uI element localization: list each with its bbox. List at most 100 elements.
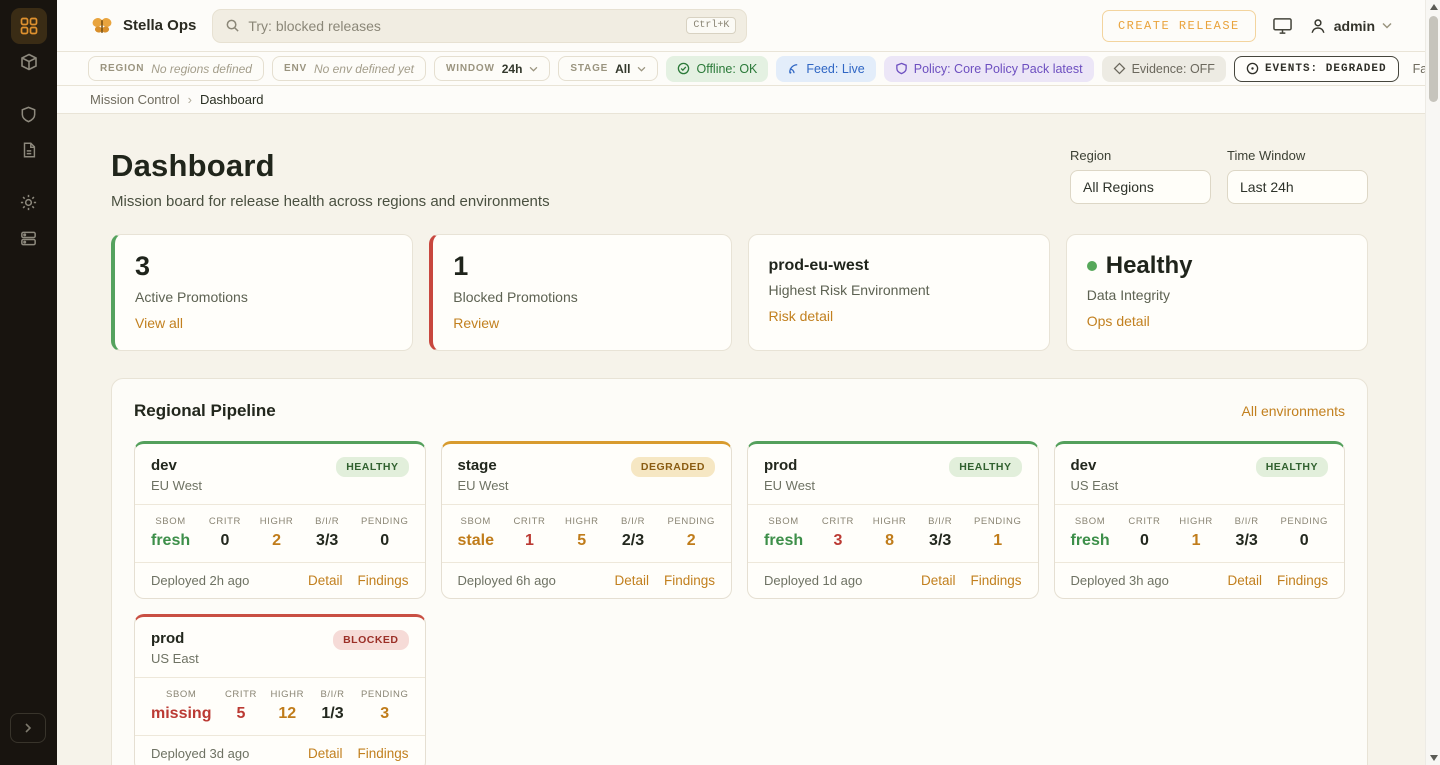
butterfly-logo-icon bbox=[90, 15, 114, 37]
stat-value: 1 bbox=[974, 532, 1021, 550]
detail-link[interactable]: Detail bbox=[308, 573, 343, 588]
stat-value: 2/3 bbox=[618, 532, 648, 550]
detail-link[interactable]: Detail bbox=[1227, 573, 1262, 588]
findings-link[interactable]: Findings bbox=[357, 573, 408, 588]
pipeline-grid: dev EU West HEALTHY SBOM fresh CRITR 0 HIG… bbox=[134, 441, 1345, 765]
summary-value: prod-eu-west bbox=[769, 252, 1029, 275]
breadcrumb-separator: › bbox=[188, 92, 192, 107]
feed-status-pill[interactable]: Feed: Live bbox=[776, 56, 875, 82]
env-chip[interactable]: ENV No env defined yet bbox=[272, 56, 426, 81]
stat-label: CRITR bbox=[225, 689, 257, 700]
sidebar-item-infrastructure[interactable] bbox=[11, 220, 47, 256]
region-select[interactable]: All Regions bbox=[1070, 170, 1211, 204]
search-input[interactable] bbox=[248, 18, 678, 34]
stat-value: 2 bbox=[668, 532, 715, 550]
stat-label: SBOM bbox=[458, 516, 494, 527]
summary-label: Data Integrity bbox=[1087, 287, 1347, 303]
deployed-time: Deployed 6h ago bbox=[458, 573, 556, 588]
pipeline-card-stage-eu-west: stage EU West DEGRADED SBOMstale CRITR1 … bbox=[441, 441, 733, 599]
stat-value: fresh bbox=[1071, 532, 1110, 550]
pipeline-card-prod-eu-west: prod EU West HEALTHY SBOMfresh CRITR3 HI… bbox=[747, 441, 1039, 599]
stat-value: 1 bbox=[513, 532, 545, 550]
pipeline-card-dev-eu-west: dev EU West HEALTHY SBOMfresh CRITR0 HIG… bbox=[134, 441, 426, 599]
page-subtitle: Mission board for release health across … bbox=[111, 193, 550, 210]
stat-label: B/I/R bbox=[318, 689, 348, 700]
risk-detail-link[interactable]: Risk detail bbox=[769, 308, 834, 324]
stat-value: 5 bbox=[225, 705, 257, 723]
summary-card-data-integrity: Healthy Data Integrity Ops detail bbox=[1066, 234, 1368, 351]
create-release-button[interactable]: CREATE RELEASE bbox=[1102, 10, 1256, 42]
sidebar-item-dashboard[interactable] bbox=[11, 8, 47, 44]
findings-link[interactable]: Findings bbox=[970, 573, 1021, 588]
detail-link[interactable]: Detail bbox=[921, 573, 956, 588]
stat-label: SBOM bbox=[151, 689, 211, 700]
user-name: admin bbox=[1334, 18, 1375, 34]
sidebar bbox=[0, 0, 57, 765]
all-environments-link[interactable]: All environments bbox=[1242, 403, 1346, 419]
pipeline-card-prod-us-east: prod US East BLOCKED SBOMmissing CRITR5 … bbox=[134, 614, 426, 765]
sidebar-expand-button[interactable] bbox=[10, 713, 46, 743]
deployed-time: Deployed 3h ago bbox=[1071, 573, 1169, 588]
chevron-right-icon bbox=[22, 722, 34, 734]
summary-label: Highest Risk Environment bbox=[769, 282, 1029, 298]
package-icon bbox=[19, 52, 39, 72]
scroll-down-arrow[interactable] bbox=[1430, 755, 1438, 761]
env-region: EU West bbox=[458, 478, 509, 493]
sidebar-item-settings[interactable] bbox=[11, 184, 47, 220]
stat-label: CRITR bbox=[1128, 516, 1160, 527]
scroll-up-arrow[interactable] bbox=[1430, 4, 1438, 10]
pipeline-card-dev-us-east: dev US East HEALTHY SBOMfresh CRITR0 HIG… bbox=[1054, 441, 1346, 599]
detail-link[interactable]: Detail bbox=[308, 746, 343, 761]
view-all-link[interactable]: View all bbox=[135, 315, 183, 331]
sidebar-item-reports[interactable] bbox=[11, 132, 47, 168]
circle-dot-icon bbox=[1246, 62, 1259, 75]
status-badge: HEALTHY bbox=[336, 457, 408, 477]
stat-value: fresh bbox=[764, 532, 803, 550]
stat-value: stale bbox=[458, 532, 494, 550]
window-chip[interactable]: WINDOW 24h bbox=[434, 56, 550, 81]
findings-link[interactable]: Findings bbox=[664, 573, 715, 588]
diamond-icon bbox=[1113, 62, 1126, 75]
offline-status-pill[interactable]: Offline: OK bbox=[666, 56, 768, 82]
ops-detail-link[interactable]: Ops detail bbox=[1087, 313, 1150, 329]
stat-value: 3/3 bbox=[925, 532, 955, 550]
brand[interactable]: Stella Ops bbox=[90, 15, 196, 37]
stage-chip[interactable]: STAGE All bbox=[558, 56, 658, 81]
user-menu[interactable]: admin bbox=[1309, 17, 1392, 35]
monitor-icon[interactable] bbox=[1272, 16, 1293, 35]
stat-label: SBOM bbox=[151, 516, 190, 527]
events-status-pill[interactable]: EVENTS: DEGRADED bbox=[1234, 56, 1399, 82]
detail-link[interactable]: Detail bbox=[614, 573, 649, 588]
evidence-status-pill[interactable]: Evidence: OFF bbox=[1102, 56, 1226, 82]
summary-value: 3 bbox=[135, 252, 392, 282]
sidebar-item-security[interactable] bbox=[11, 96, 47, 132]
stat-value: 2 bbox=[260, 532, 294, 550]
region-chip[interactable]: REGION No regions defined bbox=[88, 56, 264, 81]
chip-value: No env defined yet bbox=[314, 62, 414, 76]
env-region: EU West bbox=[151, 478, 202, 493]
policy-status-pill[interactable]: Policy: Core Policy Pack latest bbox=[884, 56, 1094, 82]
vertical-scrollbar bbox=[1425, 0, 1440, 765]
deployed-time: Deployed 2h ago bbox=[151, 573, 249, 588]
stat-label: HIGHR bbox=[270, 689, 304, 700]
pipeline-title: Regional Pipeline bbox=[134, 401, 276, 421]
page-title: Dashboard bbox=[111, 148, 550, 184]
chevron-down-icon bbox=[1382, 22, 1392, 29]
breadcrumb-parent[interactable]: Mission Control bbox=[90, 92, 180, 107]
stat-label: SBOM bbox=[764, 516, 803, 527]
scrollbar-thumb[interactable] bbox=[1429, 16, 1438, 102]
findings-link[interactable]: Findings bbox=[1277, 573, 1328, 588]
document-icon bbox=[20, 141, 38, 159]
region-filter-label: Region bbox=[1070, 148, 1211, 163]
sidebar-item-releases[interactable] bbox=[11, 44, 47, 80]
server-icon bbox=[19, 229, 38, 248]
stat-value: 0 bbox=[209, 532, 241, 550]
findings-link[interactable]: Findings bbox=[357, 746, 408, 761]
time-window-select[interactable]: Last 24h bbox=[1227, 170, 1368, 204]
stat-label: B/I/R bbox=[618, 516, 648, 527]
review-link[interactable]: Review bbox=[453, 315, 499, 331]
env-name: dev bbox=[1071, 457, 1119, 474]
healthy-dot-icon bbox=[1087, 261, 1097, 271]
stat-label: PENDING bbox=[974, 516, 1021, 527]
stat-value: 0 bbox=[1280, 532, 1327, 550]
